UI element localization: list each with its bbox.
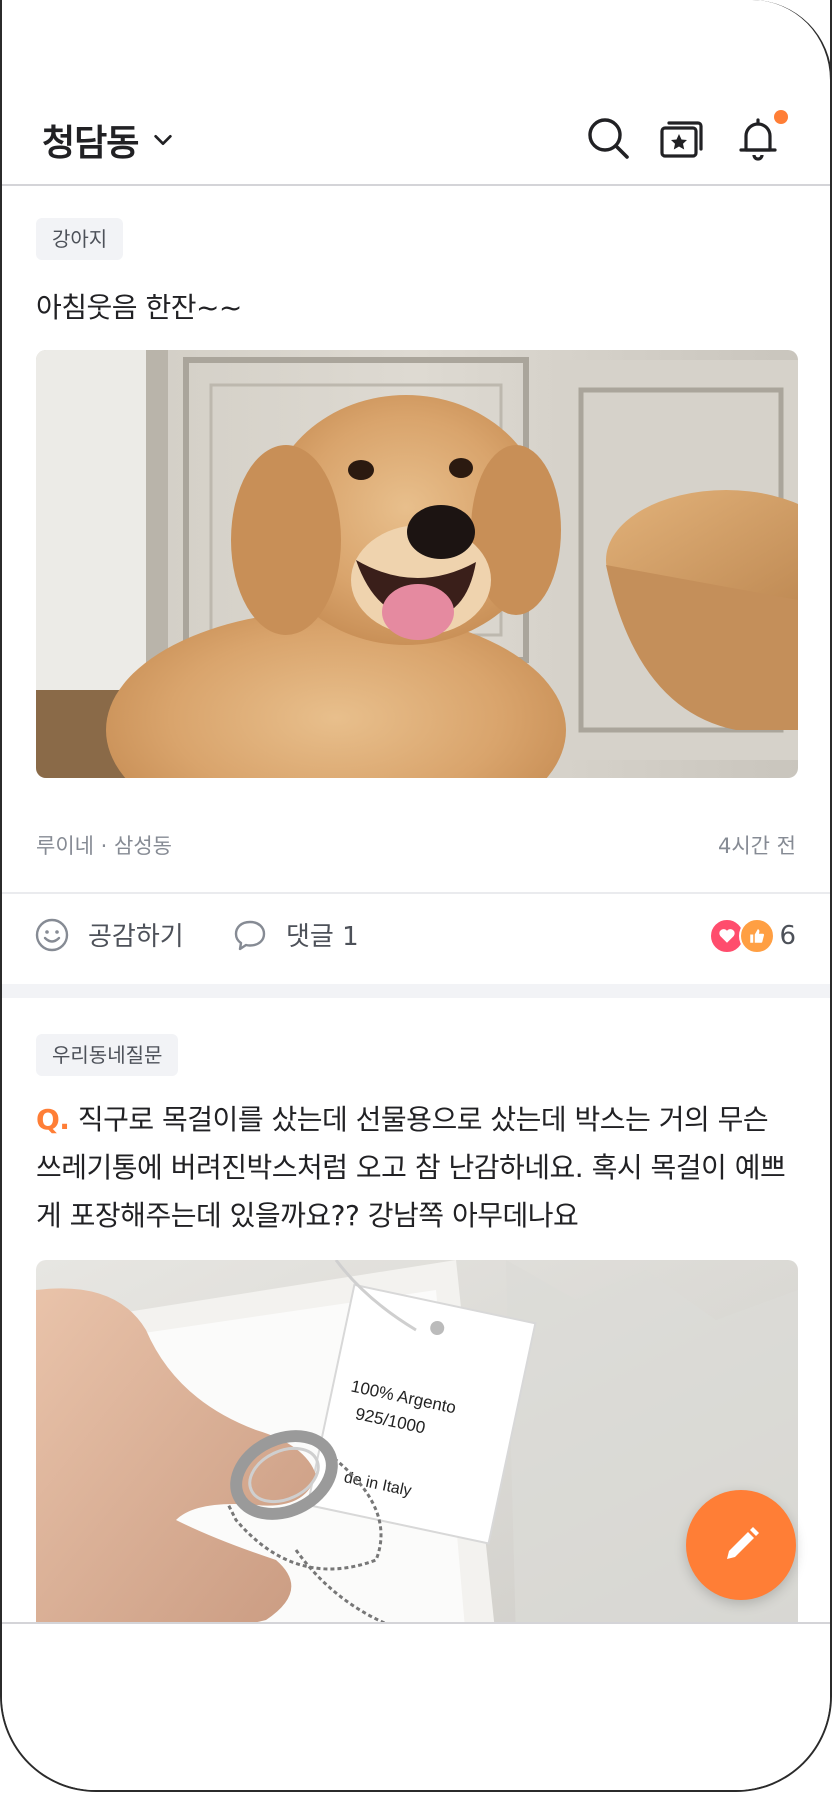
collection-star-icon[interactable] <box>658 114 706 162</box>
bottom-navigation-bar <box>2 1622 830 1790</box>
post-author[interactable]: 루이네 <box>36 834 94 858</box>
notification-bell-icon[interactable] <box>734 110 788 162</box>
post-question: Q. 직구로 목걸이를 샀는데 선물용으로 샀는데 박스는 거의 무슨 쓰레기통… <box>36 1096 796 1240</box>
search-icon[interactable] <box>584 114 632 162</box>
post-category-tag: 우리동네질문 <box>36 1034 179 1076</box>
post-title: 직구로 목걸이를 샀는데 선물용으로 샀는데 박스는 거의 무슨 쓰레기통에 버… <box>36 1103 786 1232</box>
feed-separator <box>2 984 830 998</box>
post-photo-dog[interactable] <box>36 350 798 778</box>
phone-frame: 청담동 강아지 아침웃음 한잔~~ 루이네 · 삼성동 4시간 전 공감하기 댓… <box>0 0 832 1792</box>
post-timestamp: 4시간 전 <box>718 834 796 858</box>
reaction-summary[interactable]: 6 <box>709 918 796 954</box>
comment-label: 댓글 1 <box>286 922 359 952</box>
chevron-down-icon <box>154 134 173 146</box>
post-actions-bar: 공감하기 댓글 1 6 <box>2 894 830 984</box>
like-label: 공감하기 <box>88 922 184 952</box>
meta-separator: · <box>100 834 115 858</box>
comment-bubble-icon <box>234 920 266 950</box>
post-title: 아침웃음 한잔~~ <box>36 291 242 324</box>
comment-button[interactable]: 댓글 1 <box>232 916 359 953</box>
write-post-button[interactable] <box>686 1490 796 1600</box>
top-app-bar: 청담동 <box>2 100 830 186</box>
reaction-count: 6 <box>779 921 796 951</box>
smile-icon <box>35 918 69 951</box>
location-selector[interactable]: 청담동 <box>42 114 174 166</box>
pencil-icon <box>727 1527 759 1559</box>
post-neighborhood: 삼성동 <box>114 834 172 858</box>
post-author-location: 루이네 · 삼성동 <box>36 830 172 860</box>
post-category-tag: 강아지 <box>36 218 124 260</box>
location-label: 청담동 <box>42 123 139 164</box>
post-photo-necklace[interactable]: 100% Argento 925/1000 de in Italy <box>36 1260 798 1640</box>
notification-badge <box>774 110 788 124</box>
question-prefix: Q. <box>36 1103 70 1136</box>
like-button[interactable]: 공감하기 <box>34 916 184 953</box>
thumbs-up-reaction-icon <box>739 918 776 954</box>
